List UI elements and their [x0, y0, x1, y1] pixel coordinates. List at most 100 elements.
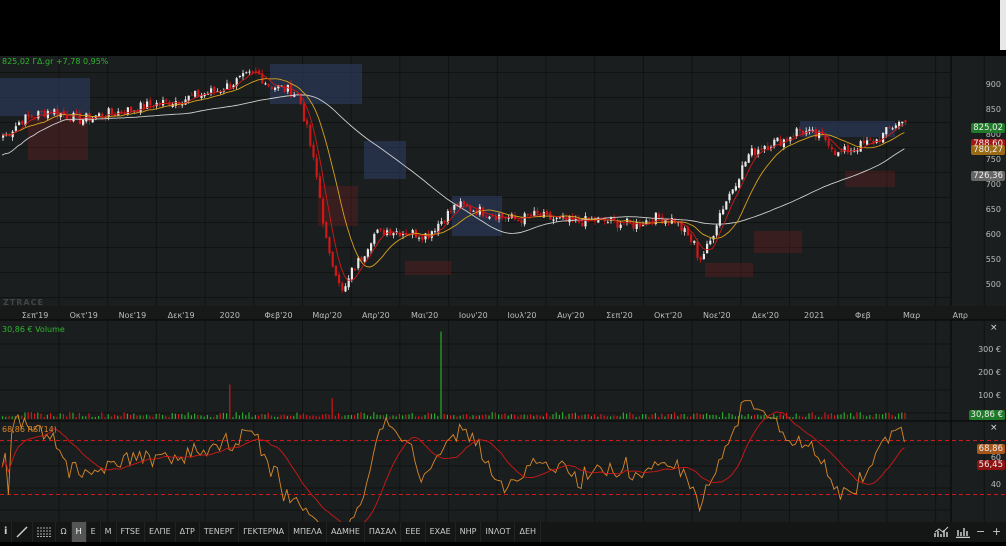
- candle-down: [526, 214, 529, 216]
- volume-bar: [216, 414, 218, 419]
- volume-bar: [398, 413, 400, 419]
- symbol-button[interactable]: Ε: [87, 522, 101, 542]
- time-axis-label: Νοε'19: [118, 311, 147, 320]
- volume-bar: [677, 416, 679, 419]
- volume-bar: [376, 414, 378, 419]
- volume-bar: [2, 416, 4, 419]
- time-axis-label: Δεκ'20: [752, 311, 779, 320]
- candle-down: [798, 129, 801, 131]
- indicators-icon[interactable]: [33, 522, 57, 542]
- volume-bar: [264, 414, 266, 419]
- symbol-button[interactable]: Ω: [56, 522, 72, 542]
- candle-down: [699, 257, 702, 260]
- candle-down: [338, 274, 341, 284]
- supply-zone: [800, 121, 895, 137]
- volume-bar: [693, 413, 695, 419]
- candle-up: [642, 225, 645, 227]
- symbol-button[interactable]: ΠΑΣΑΛ: [365, 522, 402, 542]
- candle-down: [766, 146, 769, 150]
- price-axis-label: 600: [985, 230, 1001, 239]
- volume-bar: [187, 412, 189, 419]
- info-icon[interactable]: i: [0, 522, 13, 542]
- candle-up: [434, 231, 437, 233]
- volume-bar: [530, 414, 532, 419]
- candle-down: [110, 108, 113, 114]
- chart-canvas[interactable]: [0, 56, 1006, 522]
- candle-up: [715, 225, 718, 236]
- volume-bar: [712, 414, 714, 419]
- rsi-signal-tag: 56,45: [976, 460, 1005, 470]
- symbol-button[interactable]: ΕΛΠΕ: [145, 522, 176, 542]
- volume-bar: [194, 413, 196, 419]
- symbol-button[interactable]: ΕΕΕ: [401, 522, 426, 542]
- candle-down: [622, 223, 625, 225]
- volume-bar: [370, 416, 372, 419]
- symbol-button[interactable]: ΑΔΜΗΕ: [327, 522, 365, 542]
- candle-up: [18, 122, 21, 126]
- time-axis-label: Οκτ'20: [653, 311, 683, 320]
- volume-bar: [734, 416, 736, 419]
- volume-bar: [280, 415, 282, 419]
- symbol-button[interactable]: ΓΕΚΤΕΡΝΑ: [239, 522, 290, 542]
- volume-bar: [411, 413, 413, 419]
- volume-bar: [821, 416, 823, 419]
- time-axis-label: Μαρ'20: [312, 311, 343, 320]
- volume-bars-icon[interactable]: [956, 522, 970, 542]
- candle-up: [82, 119, 85, 125]
- chart-type-icon[interactable]: [934, 522, 950, 542]
- close-rsi-icon[interactable]: ×: [990, 423, 998, 433]
- volume-bar: [299, 415, 301, 419]
- symbol-button[interactable]: ΜΠΕΛΑ: [289, 522, 327, 542]
- symbol-button[interactable]: ΙΝΛΟΤ: [481, 522, 516, 542]
- candle-up: [776, 137, 779, 142]
- candle-up: [350, 267, 353, 280]
- candle-up: [226, 83, 229, 90]
- volume-bar: [722, 412, 724, 419]
- candle-down: [27, 114, 30, 117]
- symbol-button[interactable]: ΔΕΗ: [515, 522, 542, 542]
- volume-bar: [850, 412, 852, 419]
- zoom-in-button[interactable]: +: [992, 522, 1001, 542]
- symbol-button[interactable]: Μ: [101, 522, 117, 542]
- candle-up: [891, 128, 894, 130]
- volume-bar: [466, 414, 468, 419]
- volume-bar: [581, 415, 583, 419]
- volume-bar: [315, 416, 317, 419]
- volume-bar: [443, 413, 445, 419]
- symbol-button[interactable]: Η: [71, 522, 87, 542]
- symbol-button[interactable]: ΔΤΡ: [176, 522, 200, 542]
- zoom-out-button[interactable]: −: [976, 522, 985, 542]
- chart-area[interactable]: 825,02 ΓΔ.gr +7,78 0,95% ZTRACE 900 850 80…: [0, 56, 1006, 522]
- time-axis-label: Μαι'20: [410, 311, 439, 320]
- volume-bar: [133, 413, 135, 419]
- volume-bar: [597, 416, 599, 419]
- volume-bar: [238, 415, 240, 419]
- volume-bar: [834, 415, 836, 419]
- scrollbar[interactable]: [1000, 0, 1006, 50]
- close-volume-icon[interactable]: ×: [990, 323, 998, 333]
- candle-up: [738, 179, 741, 188]
- symbol-button[interactable]: ΤΕΝΕΡΓ: [200, 522, 240, 542]
- candle-up: [709, 240, 712, 245]
- symbol-button[interactable]: ΕΧΑΕ: [426, 522, 456, 542]
- candle-down: [190, 94, 193, 96]
- candle-up: [606, 222, 609, 224]
- volume-bar: [901, 412, 903, 419]
- volume-bar: [120, 416, 122, 419]
- volume-bar: [472, 415, 474, 419]
- candle-up: [763, 145, 766, 150]
- candle-up: [440, 221, 443, 225]
- draw-line-icon[interactable]: [12, 522, 34, 542]
- volume-bar: [72, 412, 74, 419]
- volume-bar: [152, 416, 154, 419]
- symbol-button[interactable]: ΝΗΡ: [456, 522, 482, 542]
- symbol-button[interactable]: FTSE: [117, 522, 146, 542]
- volume-bar: [846, 414, 848, 419]
- volume-bar: [558, 414, 560, 419]
- candle-up: [187, 95, 190, 101]
- volume-bar: [674, 412, 676, 419]
- volume-bar: [274, 416, 276, 419]
- price-axis-label: 850: [985, 105, 1001, 114]
- volume-bar: [549, 416, 551, 419]
- candle-down: [834, 150, 837, 156]
